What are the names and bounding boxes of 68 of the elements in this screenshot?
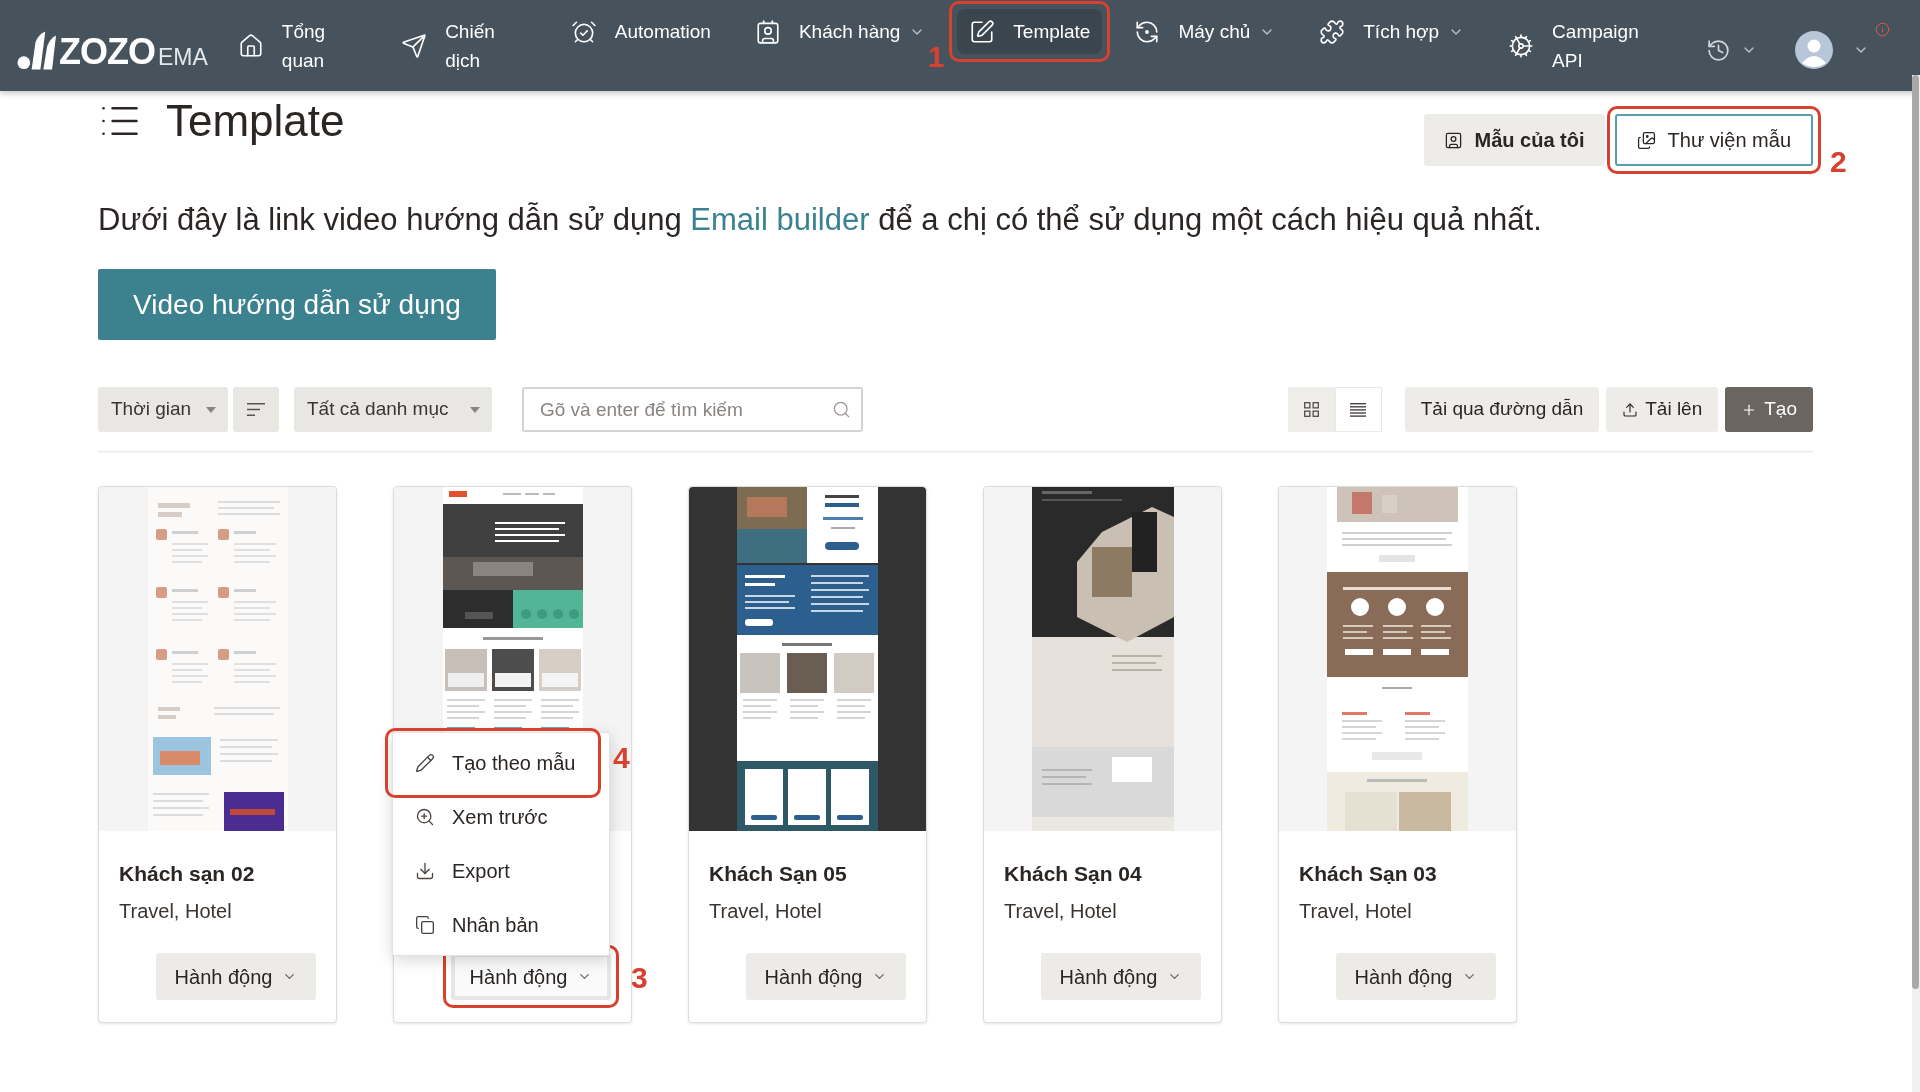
- pen-square-icon: [969, 18, 996, 45]
- brand-name: ZOZO: [59, 34, 155, 70]
- nav-item[interactable]: Automation: [558, 9, 723, 54]
- cog-icon: [1508, 33, 1535, 59]
- callout-number: 3: [631, 963, 648, 993]
- view-toggle-button[interactable]: [1287, 387, 1335, 432]
- sort-icon: [247, 403, 265, 416]
- action-dropdown-button[interactable]: Hành động: [1336, 953, 1496, 1000]
- zoom-in-icon: [415, 807, 435, 827]
- refresh-icon: [1134, 18, 1161, 45]
- puzzle-icon: [1319, 18, 1346, 45]
- nav-item[interactable]: Campaign API: [1496, 9, 1651, 83]
- grid-icon: [1303, 402, 1319, 417]
- nav-item[interactable]: Máy chủ: [1122, 9, 1288, 54]
- user-square-icon: [1443, 130, 1463, 150]
- nav-item[interactable]: Tích hợp: [1307, 9, 1477, 54]
- card-category: Travel, Hotel: [708, 899, 823, 923]
- action-dropdown-button[interactable]: Hành động: [1041, 953, 1201, 1000]
- logo-icon: [17, 30, 56, 70]
- callout-number: 2: [1830, 147, 1847, 177]
- pencil-icon: [415, 753, 435, 773]
- list-lines-icon: [1350, 402, 1367, 417]
- view-toggle-button[interactable]: [1334, 387, 1382, 432]
- contact-card-icon: [754, 18, 781, 45]
- page-title: Template: [166, 95, 345, 147]
- paper-plane-icon: [401, 33, 428, 59]
- search-icon: [832, 400, 851, 419]
- nav-item[interactable]: Chiến dịch: [389, 9, 507, 83]
- nav-item[interactable]: Tổng quan: [225, 9, 338, 83]
- card-title: Khách sạn 02: [118, 861, 256, 887]
- card-category: Travel, Hotel: [1003, 899, 1118, 923]
- upload-icon: [1622, 401, 1639, 418]
- alarm-clock-icon: [570, 18, 597, 45]
- avatar-icon: [1795, 31, 1833, 69]
- history-icon: [1706, 37, 1731, 63]
- action-dropdown-button[interactable]: Hành động: [156, 953, 316, 1000]
- tab[interactable]: Mẫu của tôi: [1423, 114, 1605, 166]
- home-icon: [237, 33, 264, 59]
- menu-item[interactable]: Nhân bản: [393, 898, 609, 952]
- tab[interactable]: Thư viện mẫu: [1614, 114, 1813, 166]
- intro-text: Dưới đây là link video hướng dẫn sử dụng Email builder để a chị có thể sử dụng một cách hiệu quả nhất.: [98, 202, 1543, 238]
- toolbar-button[interactable]: Tạo: [1725, 387, 1813, 432]
- nav-item[interactable]: Template: [957, 9, 1103, 54]
- download-icon: [415, 861, 435, 881]
- card-category: Travel, Hotel: [118, 899, 233, 923]
- menu-item[interactable]: Tạo theo mẫu: [393, 736, 593, 790]
- caret-down-icon: [206, 406, 216, 413]
- time-filter-select[interactable]: Thời gian: [98, 387, 228, 432]
- search-field[interactable]: Gõ và enter để tìm kiếm: [522, 387, 863, 432]
- video-guide-button[interactable]: Video hướng dẫn sử dụng: [98, 269, 496, 340]
- card-title: Khách Sạn 05: [708, 861, 848, 887]
- toolbar-button[interactable]: Tải lên: [1606, 387, 1719, 432]
- callout-number: 4: [613, 743, 630, 773]
- caret-down-icon: [470, 406, 480, 413]
- email-builder-link[interactable]: Email builder: [690, 202, 870, 237]
- toolbar-button[interactable]: Tải qua đường dẫn: [1404, 387, 1600, 432]
- brand-suffix: EMA: [158, 45, 208, 69]
- card-title: Khách Sạn 03: [1298, 861, 1438, 887]
- card-title: Khách Sạn 04: [1003, 861, 1143, 887]
- callout-number: 1: [927, 42, 945, 72]
- menu-item[interactable]: Export: [393, 844, 609, 898]
- copy-icon: [415, 915, 435, 935]
- images-icon: [1636, 130, 1656, 150]
- category-filter-select[interactable]: Tất cả danh mục: [294, 387, 492, 432]
- card-category: Travel, Hotel: [1298, 899, 1413, 923]
- action-dropdown-button[interactable]: Hành động: [451, 953, 611, 1000]
- action-dropdown-button[interactable]: Hành động: [746, 953, 906, 1000]
- scrollbar-thumb[interactable]: [1912, 75, 1919, 989]
